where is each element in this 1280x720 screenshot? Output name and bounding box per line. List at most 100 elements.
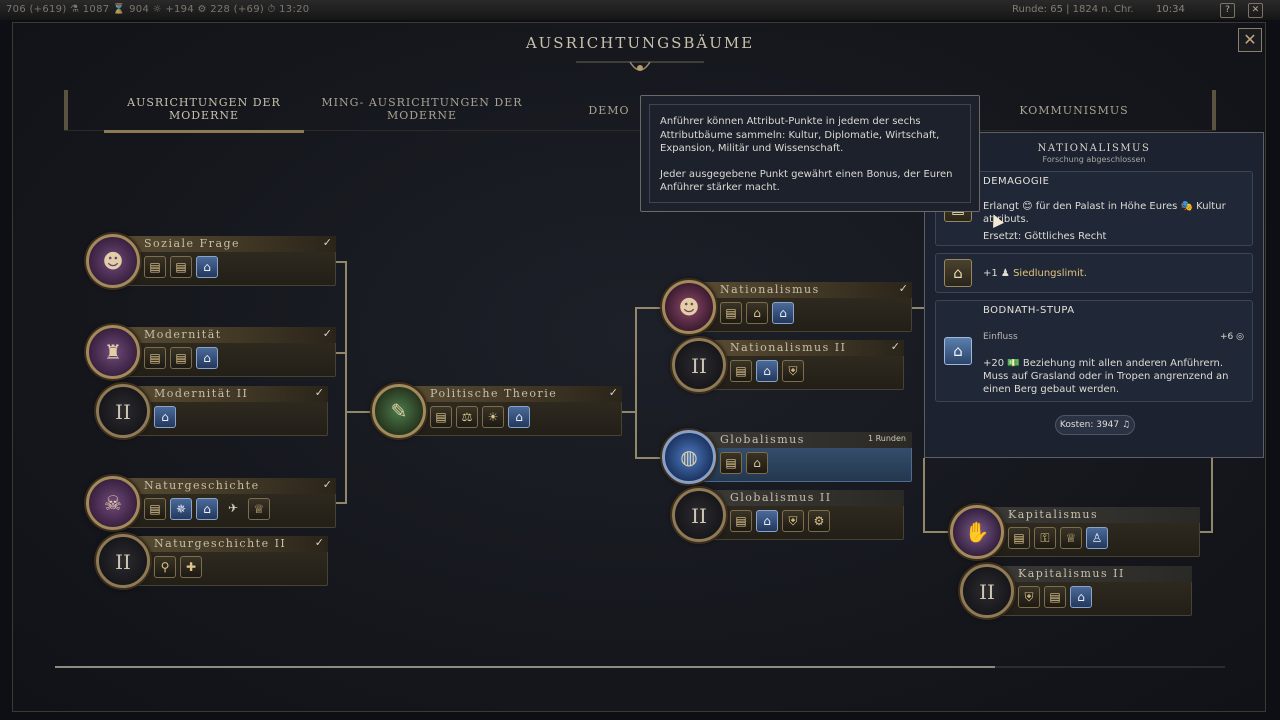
tier-two-medallion: II <box>96 534 150 588</box>
wonder-stat-value: +6 ◎ <box>1220 332 1244 342</box>
building-icon[interactable]: ⌂ <box>154 406 176 428</box>
scroll-icon[interactable]: ▤ <box>144 498 166 520</box>
node-soziale-frage[interactable]: Soziale Frage ✓ ☻ ▤ ▤ ⌂ <box>86 234 336 288</box>
unlock-icons: ▤ ⚿ ♕ ♙ <box>1008 527 1112 551</box>
scroll-icon[interactable]: ▤ <box>1044 586 1066 608</box>
settlement-prefix: +1 ♟ <box>983 268 1010 279</box>
roman-numeral: II <box>115 550 131 574</box>
gear-icon[interactable]: ⚙ <box>808 510 830 532</box>
check-icon: ✓ <box>322 478 332 491</box>
unlock-icons: ▤ ⌂ <box>720 452 772 476</box>
scroll-icon[interactable]: ▤ <box>720 452 742 474</box>
scroll-icon[interactable]: ▤ <box>170 256 192 278</box>
scroll-icon[interactable]: ▤ <box>430 406 452 428</box>
roman-numeral: II <box>115 400 131 424</box>
node-label: Kapitalismus <box>1008 508 1099 521</box>
statue-icon[interactable]: ♙ <box>1086 527 1108 549</box>
crest-icon[interactable]: ⛨ <box>782 510 804 532</box>
node-label: Naturgeschichte II <box>154 537 287 550</box>
turns-remaining: 1 Runden <box>867 434 906 443</box>
unlock-icons: ▤ ▤ ⌂ <box>144 256 222 280</box>
node-globalismus-ii[interactable]: Globalismus II II ▤ ⌂ ⛨ ⚙ <box>672 488 904 542</box>
wonder-description: +20 💵 Beziehung mit allen anderen Anführ… <box>983 358 1229 395</box>
node-label: Nationalismus II <box>730 341 847 354</box>
node-naturgeschichte-ii[interactable]: Naturgeschichte II ✓ II ⚲ ✚ <box>96 534 328 588</box>
node-modernitaet[interactable]: Modernität ✓ ♜ ▤ ▤ ⌂ <box>86 325 336 379</box>
portrait-medallion: ✋ <box>950 505 1004 559</box>
node-label: Modernität <box>144 328 222 341</box>
handshake-icon: ✋ <box>964 520 990 544</box>
node-label: Naturgeschichte <box>144 479 260 492</box>
building-icon[interactable]: ⌂ <box>196 256 218 278</box>
unlock-icons: ▤ ⚖ ☀ ⌂ <box>430 406 534 430</box>
node-kapitalismus-ii[interactable]: Kapitalismus II II ⛨ ▤ ⌂ <box>960 564 1192 618</box>
balance-icon[interactable]: ⚖ <box>456 406 478 428</box>
check-icon: ✓ <box>898 282 908 295</box>
globe-icon: ◍ <box>680 445 698 469</box>
bird-icon[interactable]: ✈ <box>222 498 244 520</box>
building-icon[interactable]: ⌂ <box>756 510 778 532</box>
unlock-icons: ⌂ <box>154 406 180 430</box>
node-nationalismus-ii[interactable]: Nationalismus II ✓ II ▤ ⌂ ⛨ <box>672 338 904 392</box>
node-nationalismus[interactable]: Nationalismus ✓ ☻ ▤ ⌂ ⌂ <box>662 280 912 334</box>
person-plus-icon[interactable]: ⚲ <box>154 556 176 578</box>
demagogie-heading: DEMAGOGIE <box>983 176 1050 187</box>
settlement-text: +1 ♟ Siedlungslimit. <box>983 267 1087 280</box>
settlement-plus-icon: ⌂ <box>944 259 972 287</box>
crest-icon[interactable]: ⛨ <box>1018 586 1040 608</box>
wonder-heading: BODNATH-STUPA <box>983 305 1075 316</box>
scrollbar-thumb[interactable] <box>55 666 995 668</box>
check-icon: ✓ <box>608 386 618 399</box>
unlock-icons: ⛨ ▤ ⌂ <box>1018 586 1096 610</box>
tier-two-medallion: II <box>672 488 726 542</box>
trophy-icon[interactable]: ♕ <box>1060 527 1082 549</box>
tier-two-medallion: II <box>96 384 150 438</box>
building-icon[interactable]: ⌂ <box>772 302 794 324</box>
roman-numeral: II <box>691 504 707 528</box>
check-icon: ✓ <box>322 327 332 340</box>
portrait-medallion: ✎ <box>372 384 426 438</box>
trophy-icon[interactable]: ♕ <box>248 498 270 520</box>
node-naturgeschichte[interactable]: Naturgeschichte ✓ ☠ ▤ ✵ ⌂ ✈ ♕ <box>86 476 336 530</box>
node-kapitalismus[interactable]: Kapitalismus ✋ ▤ ⚿ ♕ ♙ <box>950 505 1200 559</box>
wonder-stat-label: Einfluss <box>983 332 1018 342</box>
demagogie-effect: Erlangt 😊 für den Palast in Höhe Eures 🎭… <box>983 201 1226 225</box>
node-label: Nationalismus <box>720 283 820 296</box>
building-icon[interactable]: ⌂ <box>196 347 218 369</box>
lock-icon[interactable]: ⚿ <box>1034 527 1056 549</box>
unlock-icons: ▤ ▤ ⌂ <box>144 347 222 371</box>
building-icon[interactable]: ⌂ <box>1070 586 1092 608</box>
tier-two-medallion: II <box>960 564 1014 618</box>
check-icon: ✓ <box>322 236 332 249</box>
scroll-icon[interactable]: ▤ <box>144 256 166 278</box>
scroll-icon[interactable]: ▤ <box>1008 527 1030 549</box>
people-icon: ☻ <box>102 249 124 273</box>
house-icon[interactable]: ⌂ <box>746 302 768 324</box>
node-modernitaet-ii[interactable]: Modernität II ✓ II ⌂ <box>96 384 328 438</box>
tier-two-medallion: II <box>672 338 726 392</box>
unlock-icons: ▤ ✵ ⌂ ✈ ♕ <box>144 498 274 522</box>
building-icon[interactable]: ⌂ <box>508 406 530 428</box>
node-globalismus[interactable]: Globalismus 1 Runden ◍ ▤ ⌂ <box>662 430 912 484</box>
check-icon: ✓ <box>314 536 324 549</box>
lightbulb-icon[interactable]: ☀ <box>482 406 504 428</box>
attribute-tooltip: Anführer können Attribut-Punkte in jedem… <box>640 95 980 212</box>
tooltip-paragraph: Jeder ausgegebene Punkt gewährt einen Bo… <box>660 168 953 194</box>
tooltip-body: Anführer können Attribut-Punkte in jedem… <box>649 104 971 203</box>
roman-numeral: II <box>979 580 995 604</box>
scroll-icon[interactable]: ▤ <box>730 360 752 382</box>
building-icon[interactable]: ⌂ <box>196 498 218 520</box>
building-icon[interactable]: ⌂ <box>756 360 778 382</box>
scroll-icon[interactable]: ▤ <box>144 347 166 369</box>
scroll-icon[interactable]: ▤ <box>170 347 192 369</box>
crest-icon[interactable]: ⛨ <box>782 360 804 382</box>
settlement-limit: Siedlungslimit. <box>1013 268 1087 279</box>
globe-medallion: ◍ <box>662 430 716 484</box>
node-politische-theorie[interactable]: Politische Theorie ✓ ✎ ▤ ⚖ ☀ ⌂ <box>372 384 622 438</box>
plus-icon[interactable]: ✚ <box>180 556 202 578</box>
scroll-icon[interactable]: ▤ <box>720 302 742 324</box>
scroll-icon[interactable]: ▤ <box>730 510 752 532</box>
horizontal-scrollbar[interactable] <box>55 666 1225 668</box>
compass-icon[interactable]: ✵ <box>170 498 192 520</box>
house-icon[interactable]: ⌂ <box>746 452 768 474</box>
